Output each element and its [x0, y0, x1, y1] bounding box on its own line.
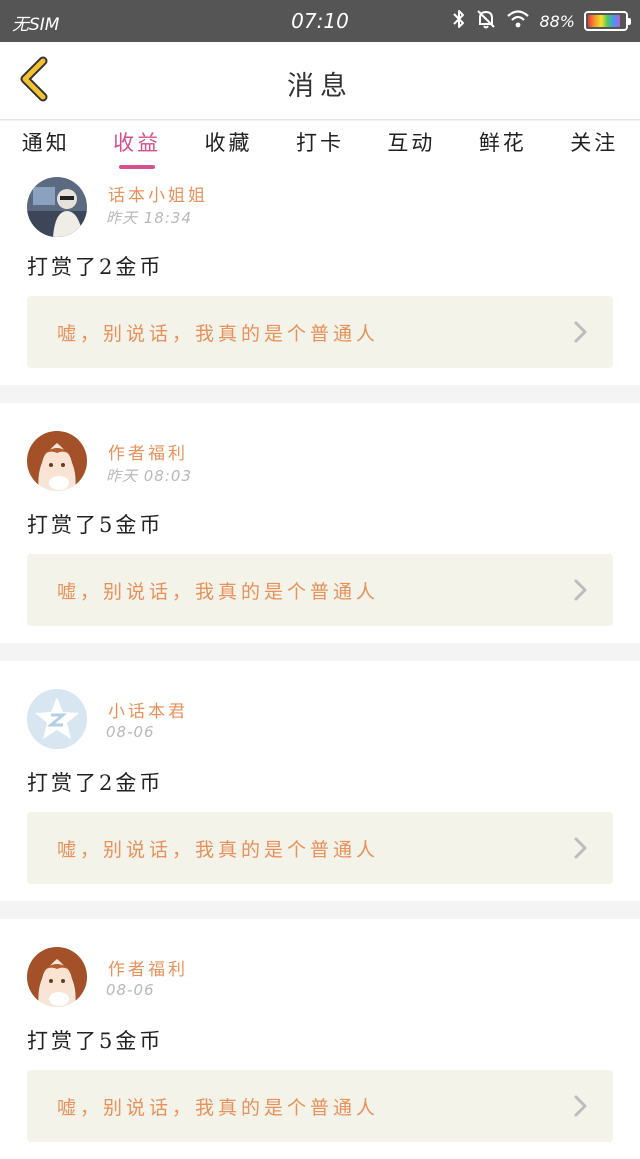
bell-muted-icon — [475, 8, 497, 34]
timestamp: 08-06 — [106, 723, 155, 741]
timestamp: 昨天 08:03 — [106, 467, 192, 485]
reward-text: 打赏了2金币 — [27, 255, 164, 279]
battery-percent: 88% — [539, 11, 575, 31]
quote-box[interactable]: 嘘，别说话，我真的是个普通人 — [27, 1070, 613, 1142]
tab-bar: 通知 收益 收藏 打卡 互动 鲜花 关注 — [0, 121, 640, 173]
anime-girl-avatar[interactable] — [27, 431, 87, 491]
reward-text: 打赏了5金币 — [27, 513, 164, 537]
default-star-avatar[interactable] — [27, 689, 87, 749]
username[interactable]: 话本小姐姐 — [108, 181, 208, 206]
chevron-right-icon — [574, 1095, 587, 1117]
username[interactable]: 小话本君 — [108, 697, 188, 722]
tab-interaction[interactable]: 互动 — [366, 121, 457, 173]
timestamp: 昨天 18:34 — [106, 209, 192, 227]
battery-fill — [588, 15, 620, 27]
quote-box[interactable]: 嘘，别说话，我真的是个普通人 — [27, 554, 613, 626]
username[interactable]: 作者福利 — [108, 955, 188, 980]
message-feed: 话本小姐姐 昨天 18:34 打赏了2金币 嘘，别说话，我真的是个普通人 作者福… — [0, 173, 640, 1159]
title-bar: 消息 — [0, 42, 640, 120]
photo-avatar[interactable] — [27, 177, 87, 237]
tab-favorites[interactable]: 收藏 — [183, 121, 274, 173]
quote-text: 嘘，别说话，我真的是个普通人 — [57, 581, 380, 603]
card-divider — [0, 385, 640, 403]
page-title: 消息 — [287, 71, 353, 102]
quote-text: 嘘，别说话，我真的是个普通人 — [57, 1097, 380, 1119]
chevron-right-icon — [574, 837, 587, 859]
status-icons: 88% — [443, 8, 631, 34]
card-divider — [0, 901, 640, 919]
chevron-right-icon — [574, 321, 587, 343]
card-divider — [0, 643, 640, 661]
battery-icon — [584, 11, 631, 31]
username[interactable]: 作者福利 — [108, 439, 188, 464]
quote-text: 嘘，别说话，我真的是个普通人 — [57, 839, 380, 861]
tab-flowers[interactable]: 鲜花 — [457, 121, 548, 173]
reward-text: 打赏了2金币 — [27, 771, 164, 795]
bluetooth-icon — [452, 8, 466, 34]
tab-notifications[interactable]: 通知 — [0, 121, 91, 173]
wifi-icon — [506, 9, 530, 33]
message-card: 小话本君 08-06 打赏了2金币 嘘，别说话，我真的是个普通人 — [0, 661, 640, 901]
status-bar: 无SIM 07:10 88% — [0, 0, 640, 42]
message-card: 话本小姐姐 昨天 18:34 打赏了2金币 嘘，别说话，我真的是个普通人 — [0, 173, 640, 385]
quote-text: 嘘，别说话，我真的是个普通人 — [57, 323, 380, 345]
quote-box[interactable]: 嘘，别说话，我真的是个普通人 — [27, 296, 613, 368]
reward-text: 打赏了5金币 — [27, 1029, 164, 1053]
message-card: 作者福利 08-06 打赏了5金币 嘘，别说话，我真的是个普通人 — [0, 919, 640, 1159]
tab-following[interactable]: 关注 — [549, 121, 640, 173]
quote-box[interactable]: 嘘，别说话，我真的是个普通人 — [27, 812, 613, 884]
timestamp: 08-06 — [106, 981, 155, 999]
message-card: 作者福利 昨天 08:03 打赏了5金币 嘘，别说话，我真的是个普通人 — [0, 403, 640, 643]
anime-girl-avatar[interactable] — [27, 947, 87, 1007]
tab-checkin[interactable]: 打卡 — [274, 121, 365, 173]
tab-earnings[interactable]: 收益 — [91, 121, 182, 173]
chevron-right-icon — [574, 579, 587, 601]
